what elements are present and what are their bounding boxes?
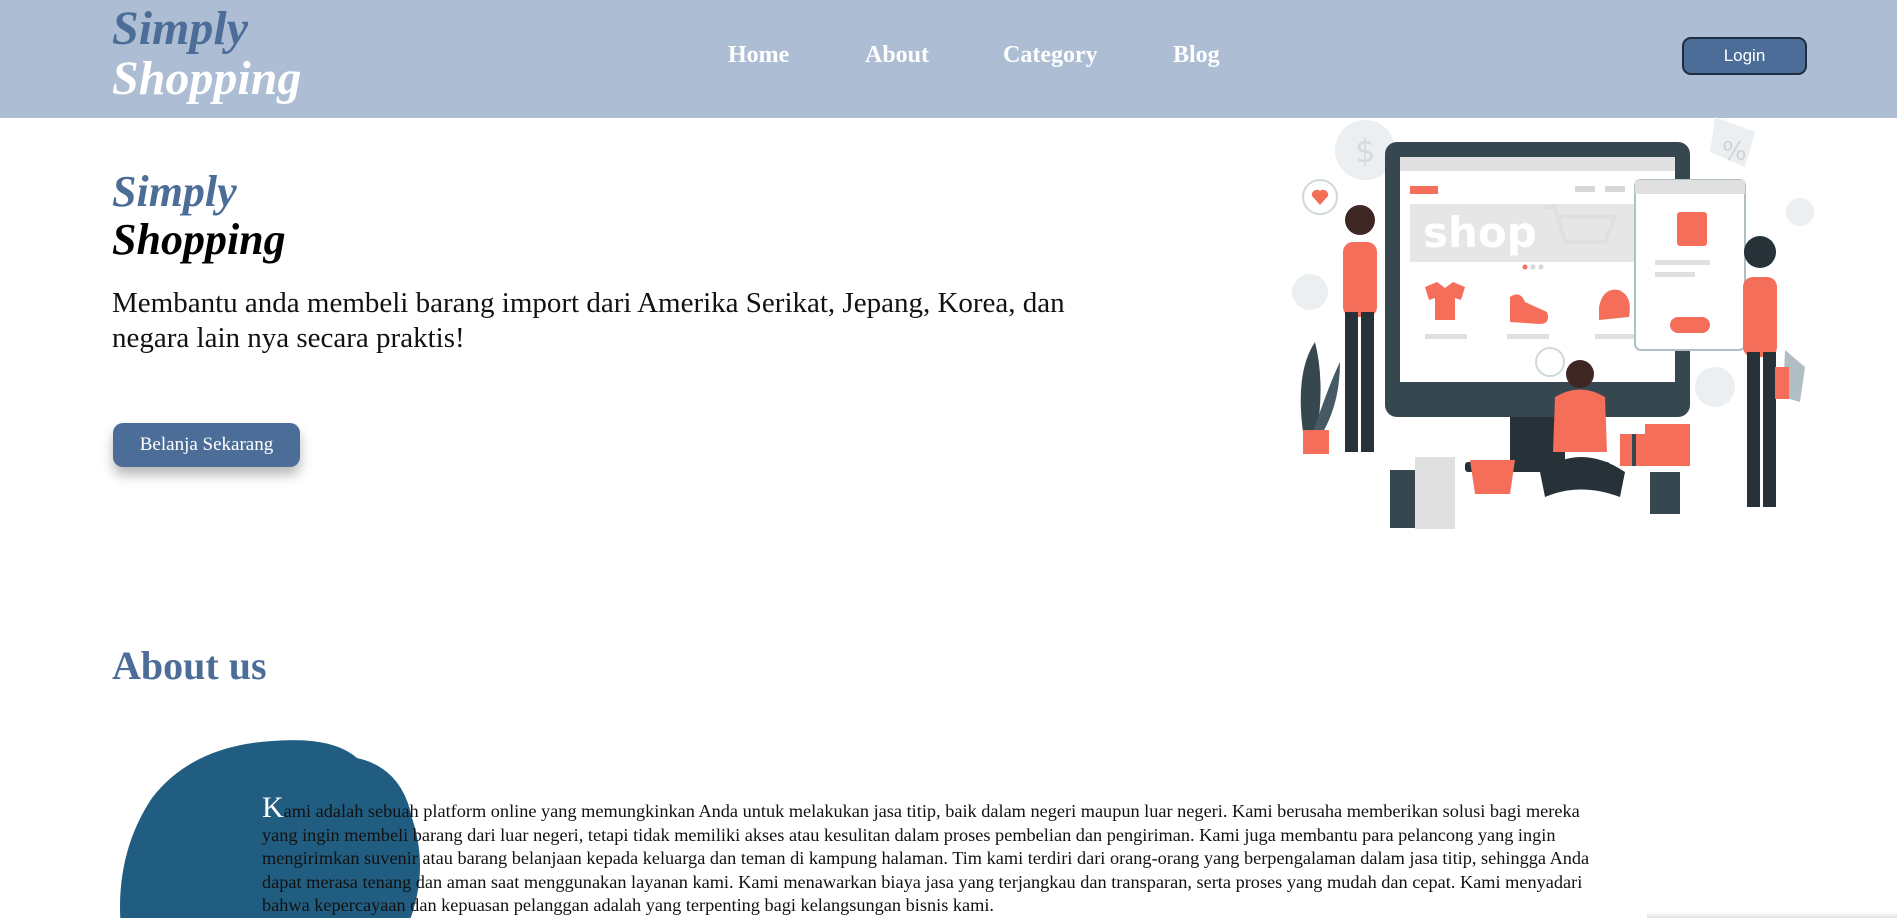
hero-title: Simply Shopping <box>112 168 286 264</box>
about-title: About us <box>112 643 267 688</box>
gift-box-icon <box>1645 424 1690 466</box>
nav-about[interactable]: About <box>865 42 929 69</box>
logo-line-1: Simply <box>112 2 249 55</box>
nav-home[interactable]: Home <box>728 42 789 69</box>
svg-text:%: % <box>1722 137 1747 167</box>
cart-product-icon <box>1677 212 1707 246</box>
about-body: ami adalah sebuah platform online yang m… <box>262 801 1590 915</box>
scroll-shadow <box>1647 912 1897 918</box>
site-header: Simply Shopping Home About Category Blog… <box>0 0 1897 118</box>
about-drop-cap: K <box>262 791 284 824</box>
site-logo[interactable]: Simply Shopping <box>112 4 301 104</box>
svg-text:$: $ <box>1355 132 1375 170</box>
man-sitting-figure <box>1566 360 1594 388</box>
nav-category[interactable]: Category <box>1003 42 1098 69</box>
about-paragraph: Kami adalah sebuah platform online yang … <box>262 793 1602 918</box>
hero-description: Membantu anda membeli barang import dari… <box>112 287 1065 354</box>
plant-icon <box>1300 342 1321 432</box>
shopping-illustration: $ % shop <box>1292 117 1814 529</box>
svg-text:shop: shop <box>1423 208 1537 257</box>
basket-icon <box>1470 460 1515 494</box>
hero-title-line-1: Simply <box>112 167 237 216</box>
shop-now-button[interactable]: Belanja Sekarang <box>113 423 300 467</box>
logo-line-2: Shopping <box>112 52 302 105</box>
hero-title-line-2: Shopping <box>112 215 286 264</box>
woman-left-figure <box>1345 205 1375 235</box>
login-button[interactable]: Login <box>1682 37 1807 75</box>
nav-blog[interactable]: Blog <box>1173 42 1220 69</box>
woman-right-figure <box>1744 236 1776 268</box>
